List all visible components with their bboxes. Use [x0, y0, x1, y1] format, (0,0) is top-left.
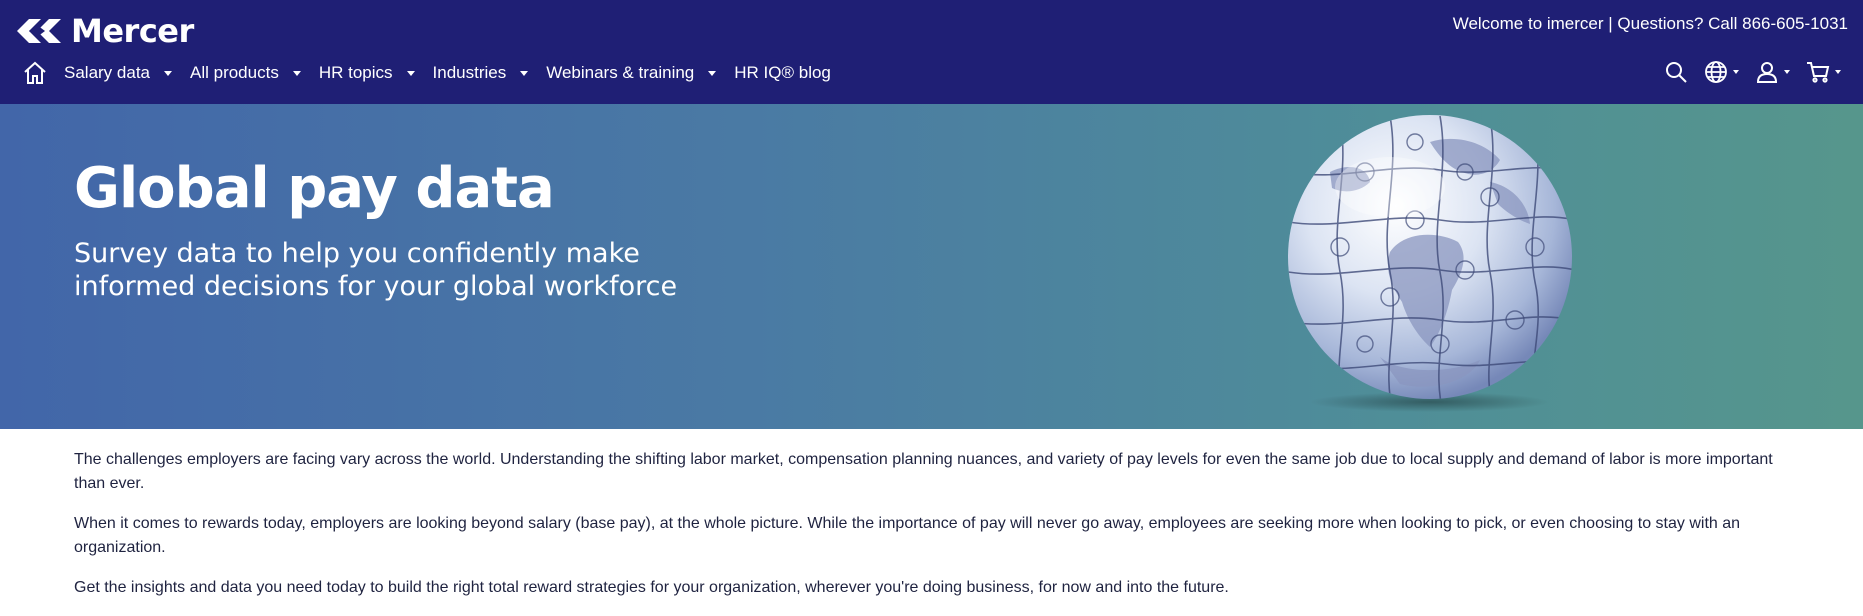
home-icon[interactable] [22, 60, 48, 86]
hero-banner: Global pay data Survey data to help you … [0, 104, 1863, 429]
search-button[interactable] [1664, 60, 1688, 84]
search-icon [1666, 62, 1687, 83]
hero-subtitle: Survey data to help you confidently make… [74, 238, 678, 302]
chevron-down-icon [1835, 70, 1841, 74]
nav-industries[interactable]: Industries [433, 63, 529, 83]
chevron-down-icon [292, 70, 301, 76]
utility-nav [1664, 60, 1841, 84]
mercer-logo[interactable]: Mercer [15, 12, 194, 50]
chevron-down-icon [708, 70, 717, 76]
nav-all-products-label: All products [190, 63, 279, 82]
globe-icon [1705, 61, 1727, 83]
cart-menu[interactable] [1806, 60, 1841, 84]
nav-salary-data-label: Salary data [64, 63, 150, 82]
account-menu[interactable] [1755, 60, 1790, 84]
chevron-down-icon [406, 70, 415, 76]
nav-hr-iq-blog[interactable]: HR IQ® blog [734, 63, 831, 83]
user-icon [1756, 62, 1778, 83]
nav-webinars-training-label: Webinars & training [546, 63, 695, 82]
top-header: Mercer Welcome to imercer | Questions? C… [0, 0, 1863, 104]
chevron-down-icon [1733, 70, 1739, 74]
nav-webinars-training[interactable]: Webinars & training [546, 63, 717, 83]
nav-all-products[interactable]: All products [190, 63, 301, 83]
welcome-text: Welcome to imercer | Questions? Call 866… [1452, 14, 1848, 33]
intro-paragraph-2: When it comes to rewards today, employer… [74, 515, 1741, 556]
mercer-logo-icon [17, 19, 61, 43]
nav-industries-label: Industries [432, 63, 507, 82]
chevron-down-icon [164, 70, 172, 76]
chevron-down-icon [1784, 70, 1790, 74]
page-title: Global pay data [74, 156, 555, 221]
intro-paragraph-1: The challenges employers are facing vary… [74, 451, 1773, 492]
intro-content: The challenges employers are facing vary… [74, 448, 1784, 616]
nav-hr-topics[interactable]: HR topics [319, 63, 415, 83]
nav-salary-data[interactable]: Salary data [64, 63, 172, 83]
cart-icon [1807, 62, 1830, 83]
nav-hr-iq-blog-label: HR IQ® blog [734, 63, 831, 82]
language-selector[interactable] [1704, 60, 1739, 84]
main-nav: Salary data All products HR topics Indus… [22, 58, 849, 88]
nav-hr-topics-label: HR topics [318, 63, 393, 82]
brand-name: Mercer [71, 12, 194, 50]
intro-paragraph-3: Get the insights and data you need today… [74, 579, 1229, 596]
chevron-down-icon [520, 70, 529, 76]
puzzle-globe-image [1288, 115, 1572, 412]
